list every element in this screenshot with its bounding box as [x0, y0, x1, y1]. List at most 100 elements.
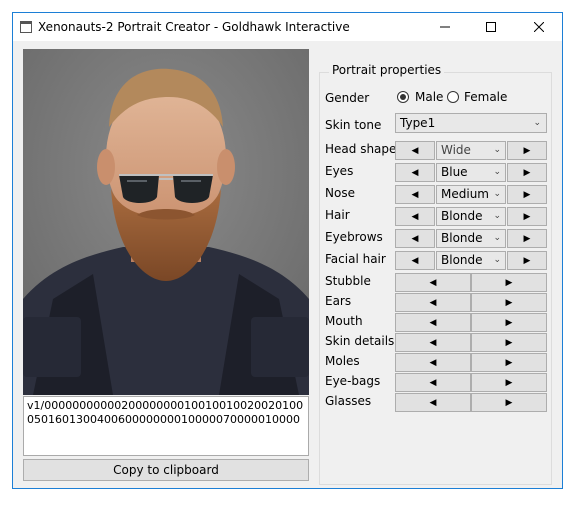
gender-label: Gender — [325, 91, 370, 105]
gender-female-radio[interactable] — [447, 91, 459, 103]
mouth-prev-button[interactable]: ◀ — [395, 313, 471, 332]
arrow-right-icon: ▶ — [505, 297, 513, 308]
maximize-icon — [486, 22, 496, 32]
eye-bags-prev-button[interactable]: ◀ — [395, 373, 471, 392]
arrow-right-icon: ▶ — [523, 145, 531, 156]
mouth-next-button[interactable]: ▶ — [471, 313, 547, 332]
eyebrows-label: Eyebrows — [325, 230, 383, 244]
ears-label: Ears — [325, 294, 352, 308]
arrow-left-icon: ◀ — [429, 357, 437, 368]
portrait-illustration — [23, 49, 309, 395]
facial-hair-value: Blonde — [441, 253, 483, 267]
skin-tone-label: Skin tone — [325, 118, 382, 132]
chevron-down-icon: ⌄ — [493, 233, 501, 243]
eyebrows-prev-button[interactable]: ◀ — [395, 229, 435, 248]
chevron-down-icon: ⌄ — [493, 189, 501, 199]
eyebrows-value: Blonde — [441, 231, 483, 245]
portrait-code-field[interactable]: v1/0000000000020000000010010010020020100… — [23, 396, 309, 456]
arrow-right-icon: ▶ — [523, 189, 531, 200]
close-button[interactable] — [516, 13, 562, 41]
arrow-left-icon: ◀ — [411, 189, 419, 200]
hair-prev-button[interactable]: ◀ — [395, 207, 435, 226]
nose-next-button[interactable]: ▶ — [507, 185, 547, 204]
facial-hair-prev-button[interactable]: ◀ — [395, 251, 435, 270]
nose-label: Nose — [325, 186, 355, 200]
arrow-left-icon: ◀ — [411, 255, 419, 266]
mouth-label: Mouth — [325, 314, 363, 328]
glasses-prev-button[interactable]: ◀ — [395, 393, 471, 412]
gender-male-label[interactable]: Male — [415, 90, 443, 104]
ears-next-button[interactable]: ▶ — [471, 293, 547, 312]
chevron-down-icon: ⌄ — [493, 167, 501, 177]
moles-next-button[interactable]: ▶ — [471, 353, 547, 372]
eyebrows-next-button[interactable]: ▶ — [507, 229, 547, 248]
chevron-down-icon: ⌄ — [493, 211, 501, 221]
head-shape-prev-button[interactable]: ◀ — [395, 141, 435, 160]
head-shape-label: Head shape — [325, 142, 397, 156]
ears-prev-button[interactable]: ◀ — [395, 293, 471, 312]
arrow-left-icon: ◀ — [429, 397, 437, 408]
glasses-next-button[interactable]: ▶ — [471, 393, 547, 412]
hair-label: Hair — [325, 208, 350, 222]
facial-hair-next-button[interactable]: ▶ — [507, 251, 547, 270]
glasses-label: Glasses — [325, 394, 372, 408]
nose-value: Medium — [441, 187, 489, 201]
nose-prev-button[interactable]: ◀ — [395, 185, 435, 204]
arrow-right-icon: ▶ — [505, 317, 513, 328]
skin-tone-value: Type1 — [400, 116, 436, 130]
arrow-left-icon: ◀ — [411, 211, 419, 222]
arrow-right-icon: ▶ — [505, 397, 513, 408]
arrow-left-icon: ◀ — [411, 145, 419, 156]
title-bar[interactable]: Xenonauts-2 Portrait Creator - Goldhawk … — [13, 13, 562, 41]
maximize-button[interactable] — [468, 13, 514, 41]
gender-male-radio[interactable] — [397, 91, 409, 103]
arrow-right-icon: ▶ — [523, 167, 531, 178]
eyes-value: Blue — [441, 165, 468, 179]
skin-details-prev-button[interactable]: ◀ — [395, 333, 471, 352]
copy-to-clipboard-button[interactable]: Copy to clipboard — [23, 459, 309, 481]
arrow-right-icon: ▶ — [505, 277, 513, 288]
eyebrows-select[interactable]: Blonde ⌄ — [436, 229, 506, 248]
arrow-right-icon: ▶ — [523, 255, 531, 266]
facial-hair-select[interactable]: Blonde ⌄ — [436, 251, 506, 270]
eyes-select[interactable]: Blue ⌄ — [436, 163, 506, 182]
chevron-down-icon: ⌄ — [493, 145, 501, 155]
arrow-right-icon: ▶ — [505, 337, 513, 348]
arrow-left-icon: ◀ — [429, 277, 437, 288]
skin-details-label: Skin details — [325, 334, 395, 348]
moles-label: Moles — [325, 354, 360, 368]
minimize-button[interactable] — [422, 13, 468, 41]
head-shape-value: Wide — [441, 143, 471, 157]
chevron-down-icon: ⌄ — [533, 118, 541, 128]
arrow-left-icon: ◀ — [429, 337, 437, 348]
arrow-left-icon: ◀ — [411, 233, 419, 244]
portrait-image — [23, 49, 309, 395]
close-icon — [534, 22, 544, 32]
head-shape-next-button[interactable]: ▶ — [507, 141, 547, 160]
facial-hair-label: Facial hair — [325, 252, 386, 266]
gender-female-label[interactable]: Female — [464, 90, 507, 104]
head-shape-select[interactable]: Wide ⌄ — [436, 141, 506, 160]
stubble-prev-button[interactable]: ◀ — [395, 273, 471, 292]
hair-next-button[interactable]: ▶ — [507, 207, 547, 226]
eyes-prev-button[interactable]: ◀ — [395, 163, 435, 182]
stubble-next-button[interactable]: ▶ — [471, 273, 547, 292]
app-window: Xenonauts-2 Portrait Creator - Goldhawk … — [12, 12, 563, 489]
arrow-left-icon: ◀ — [429, 297, 437, 308]
hair-select[interactable]: Blonde ⌄ — [436, 207, 506, 226]
eye-bags-next-button[interactable]: ▶ — [471, 373, 547, 392]
skin-tone-select[interactable]: Type1 ⌄ — [395, 113, 547, 133]
arrow-left-icon: ◀ — [429, 377, 437, 388]
eyes-label: Eyes — [325, 164, 354, 178]
window-title: Xenonauts-2 Portrait Creator - Goldhawk … — [38, 20, 350, 34]
hair-value: Blonde — [441, 209, 483, 223]
moles-prev-button[interactable]: ◀ — [395, 353, 471, 372]
skin-details-next-button[interactable]: ▶ — [471, 333, 547, 352]
stubble-label: Stubble — [325, 274, 371, 288]
arrow-right-icon: ▶ — [523, 233, 531, 244]
eye-bags-label: Eye-bags — [325, 374, 381, 388]
app-icon — [20, 21, 32, 33]
eyes-next-button[interactable]: ▶ — [507, 163, 547, 182]
nose-select[interactable]: Medium ⌄ — [436, 185, 506, 204]
arrow-left-icon: ◀ — [411, 167, 419, 178]
